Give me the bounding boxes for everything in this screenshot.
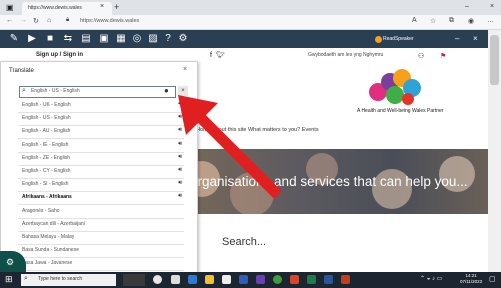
readspeaker-logo: ReadSpeaker	[383, 36, 414, 42]
more-icon[interactable]: …	[487, 17, 494, 24]
language-option[interactable]: English - IE - English 🔊︎	[18, 140, 184, 153]
edge-icon[interactable]	[188, 275, 197, 284]
translate-icon[interactable]: ⇆	[62, 33, 74, 45]
gear-toolbar-icon[interactable]: ⚙	[177, 33, 189, 45]
profile-icon[interactable]: ◉	[468, 17, 474, 25]
annotation-arrow	[178, 95, 282, 199]
refresh-icon[interactable]: ↻	[33, 17, 39, 25]
readspeaker-logo-icon	[375, 36, 382, 43]
site-tagline: A Health and Well-being Wales Partner	[357, 108, 444, 114]
window-menu-icon[interactable]: ▣	[6, 3, 14, 12]
gear-icon[interactable]: ⚙	[6, 257, 14, 268]
new-tab-icon[interactable]: +	[114, 2, 119, 12]
twitter-icon[interactable]: 🐦︎	[216, 52, 225, 59]
page-icon[interactable]: ▤	[80, 33, 92, 45]
minimize-icon[interactable]: –	[465, 3, 469, 10]
excel-icon[interactable]	[307, 275, 316, 284]
favorite-icon[interactable]: ☆	[430, 17, 436, 25]
read-aloud-icon[interactable]: A	[412, 17, 417, 24]
language-option-label: English - US - English	[22, 115, 71, 122]
language-option[interactable]: Basa Sunda - Sundanese	[18, 245, 184, 259]
facebook-icon[interactable]: f	[210, 52, 212, 59]
lock-icon: 🔒︎	[66, 17, 70, 23]
language-option[interactable]: Aragonés - Saho	[18, 206, 184, 219]
language-option[interactable]: English - UK - English🔊︎	[18, 100, 184, 113]
clear-search-icon[interactable]: ●	[164, 86, 169, 95]
mail-icon[interactable]	[239, 275, 248, 284]
text-icon[interactable]: ▣	[98, 33, 110, 45]
language-option-label: Azerbaycan dili - Azerbaijani	[22, 220, 85, 227]
dewis-logo[interactable]	[368, 68, 424, 106]
language-option-label: English - SI - English	[22, 181, 69, 188]
mask-icon[interactable]: ▦	[115, 33, 127, 45]
language-option[interactable]: English - CY - English 🔊︎	[18, 166, 184, 179]
language-option[interactable]: English - AU - English 🔊︎	[18, 126, 184, 140]
forward-icon[interactable]: →	[20, 17, 27, 24]
chrome-icon[interactable]	[273, 275, 282, 284]
scrollbar-thumb[interactable]	[490, 35, 499, 85]
taskbar-widget-icon[interactable]	[123, 274, 145, 286]
language-option-label: English - AU - English	[22, 128, 71, 135]
language-option[interactable]: English - SI - English 🔊︎	[18, 179, 184, 193]
tab-title: https://www.dewis.wales	[28, 5, 82, 11]
social-icons: f 🐦︎	[210, 51, 225, 59]
word-icon[interactable]	[324, 275, 333, 284]
translate-title: Translate	[9, 68, 34, 74]
file-explorer-icon[interactable]	[205, 275, 214, 284]
task-view-icon[interactable]	[171, 275, 180, 284]
language-option[interactable]: English - US - English 🔊︎	[18, 113, 184, 127]
language-option[interactable]: Afrikaans - Afrikaans 🔊︎	[18, 192, 184, 206]
settings-icon[interactable]: ▨	[147, 33, 159, 45]
pen-icon[interactable]: ✎	[8, 33, 20, 45]
language-option-label: English - IE - English	[22, 141, 69, 148]
system-tray-icons[interactable]: ⌃ ◒ ♪ ▭	[420, 275, 442, 282]
window-close-icon[interactable]: ×	[490, 3, 494, 10]
translate-close-icon[interactable]: ×	[183, 66, 187, 73]
language-option-label: English - UK - English	[22, 102, 71, 108]
notifications-icon[interactable]: ▢	[489, 275, 496, 283]
accessibility-icon[interactable]: ⚇	[418, 52, 424, 60]
taskbar-search-placeholder[interactable]: Type here to search	[38, 276, 82, 282]
language-search-value[interactable]: English - US - English	[31, 88, 80, 94]
play-icon[interactable]: ▶	[26, 33, 38, 45]
wales-flag-icon: ⚑	[440, 53, 447, 60]
windows-start-icon[interactable]: ⊞	[5, 274, 13, 285]
office-icon[interactable]	[290, 275, 299, 284]
help-icon[interactable]: ?	[162, 33, 174, 45]
language-option[interactable]: Basa Jawa - Javanese	[18, 258, 184, 272]
language-option[interactable]: English - ZE - English 🔊︎	[18, 153, 184, 166]
language-option-label: English - ZE - English	[22, 154, 71, 161]
teams-icon[interactable]	[256, 275, 265, 284]
language-option[interactable]: Bahasa Melayu - Malay	[18, 232, 184, 245]
taskbar-clock[interactable]: 14:21 07/11/2023	[460, 273, 482, 285]
language-option-label: Basa Jawa - Javanese	[22, 260, 73, 267]
toolbar-close-icon[interactable]: ×	[473, 34, 478, 43]
collections-icon[interactable]: ⧉	[449, 17, 454, 25]
store-icon[interactable]	[222, 275, 231, 284]
url-field[interactable]: https://www.dewis.wales	[80, 17, 330, 26]
powerpoint-icon[interactable]	[341, 275, 350, 284]
language-option-label: Aragonés - Saho	[22, 207, 60, 214]
search-icon: ⌕	[22, 87, 26, 94]
language-option-label: Basa Sunda - Sundanese	[22, 247, 79, 254]
back-icon[interactable]: ←	[6, 17, 13, 24]
taskbar-search-icon: ⌕	[24, 275, 28, 282]
search-heading: Search...	[222, 236, 267, 248]
clock-date: 07/11/2023	[460, 279, 483, 284]
close-tab-icon[interactable]: ×	[100, 3, 104, 10]
language-option-label: English - CY - English	[22, 168, 71, 174]
signup-link[interactable]: Sign up / Sign in	[36, 52, 83, 58]
language-option-label: Bahasa Melayu - Malay	[22, 234, 75, 240]
cortana-icon[interactable]	[153, 275, 162, 284]
language-option-label: Afrikaans - Afrikaans	[22, 194, 72, 201]
welsh-language-link[interactable]: Gwybodaeth am les yng Nghymru	[308, 52, 383, 58]
stop-icon[interactable]: ■	[44, 33, 56, 45]
toolbar-minimize-icon[interactable]: –	[455, 34, 459, 43]
speech-icon[interactable]: ◎	[131, 33, 143, 45]
language-option[interactable]: Azerbaycan dili - Azerbaijani	[18, 219, 184, 232]
home-icon[interactable]: ⌂	[47, 17, 51, 24]
